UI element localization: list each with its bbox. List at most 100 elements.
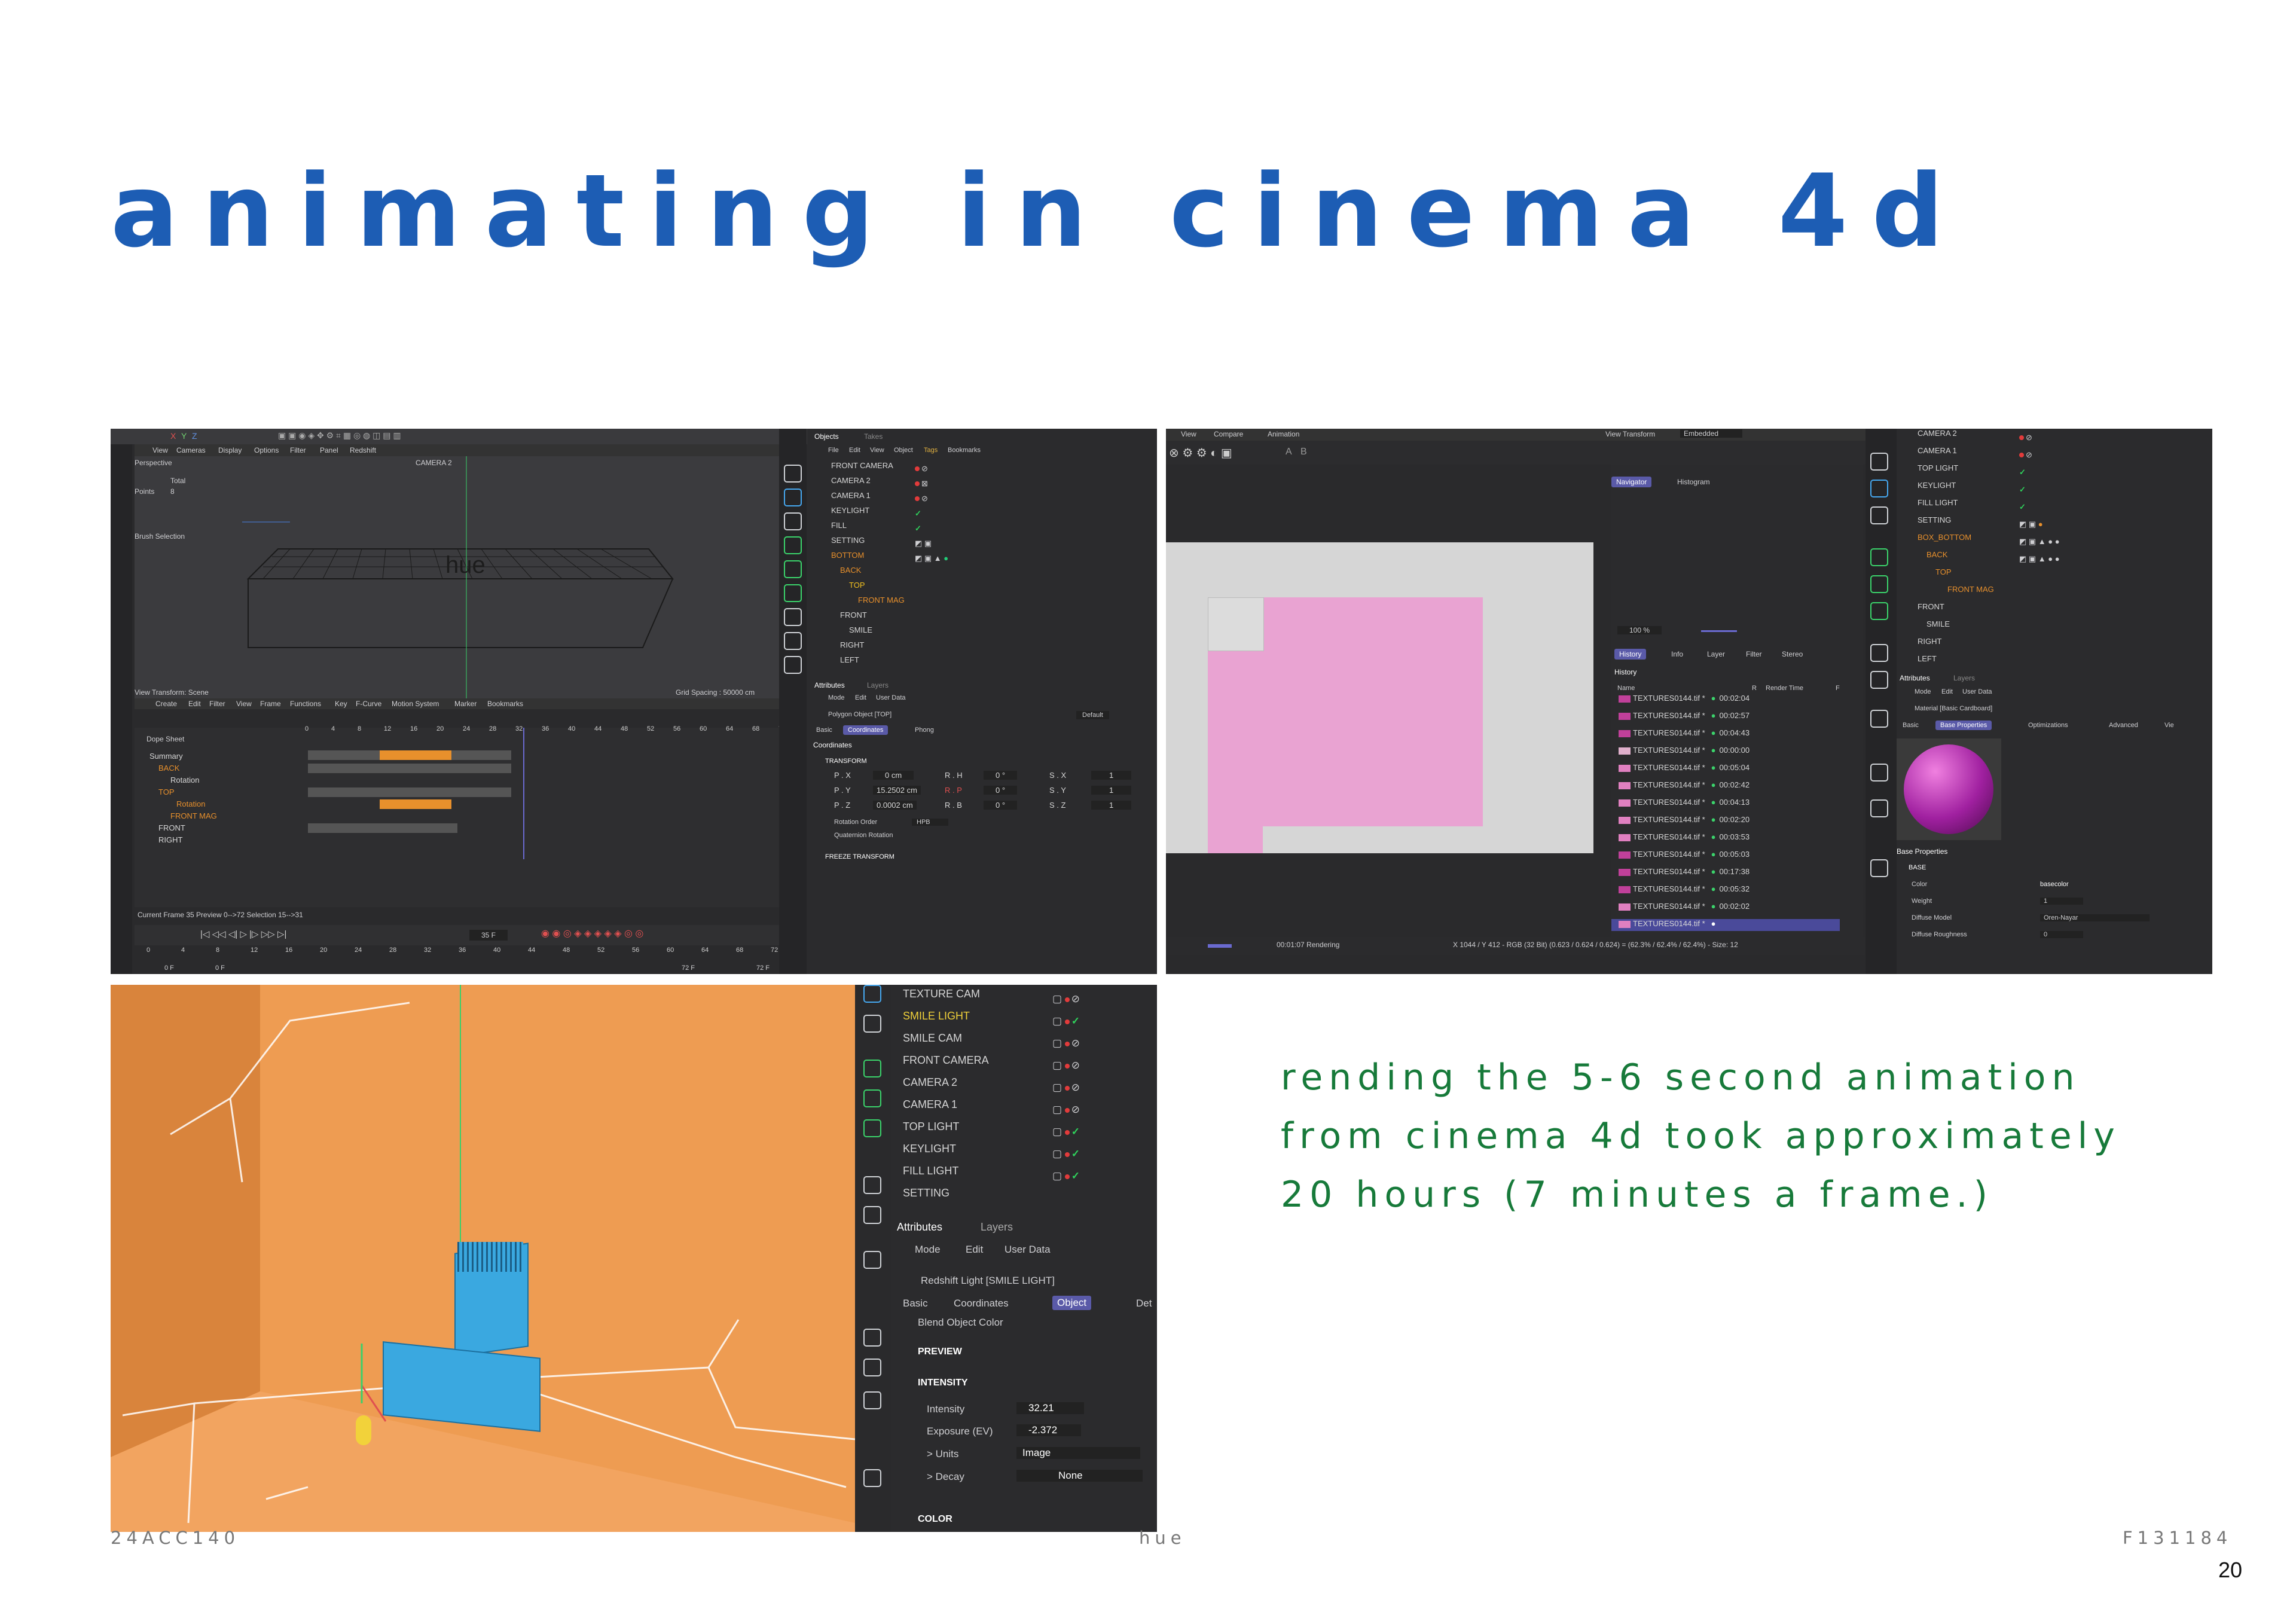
history-row[interactable]: TEXTURES0144.tif * ● 00:04:13 [1619, 798, 1750, 810]
cube-blue-icon[interactable] [784, 489, 802, 506]
tab-stereo[interactable]: Stereo [1782, 650, 1803, 658]
generator-icon[interactable] [1870, 548, 1888, 566]
menu-filter[interactable]: Filter [290, 446, 306, 454]
cloner-icon[interactable] [784, 560, 802, 578]
object-back[interactable]: BACK [1926, 550, 1947, 562]
light-icon[interactable] [863, 1391, 881, 1409]
object-setting[interactable]: SETTING [903, 1187, 949, 1202]
om-menu-tags[interactable]: Tags [924, 447, 938, 454]
frame-field[interactable]: 35 F [469, 930, 508, 941]
track-back[interactable]: BACK [158, 764, 179, 776]
attr-menu-edit[interactable]: Edit [855, 694, 866, 701]
prop-exposure-value[interactable]: -2.372 [1016, 1424, 1082, 1436]
object-front-mag[interactable]: FRONT MAG [858, 596, 905, 608]
object-keylight[interactable]: KEYLIGHT [831, 506, 869, 518]
object-keylight[interactable]: KEYLIGHT [903, 1143, 956, 1158]
preview-section[interactable]: PREVIEW [918, 1347, 962, 1357]
key-bar-3[interactable] [308, 764, 511, 773]
object-fill[interactable]: FILL [831, 521, 847, 533]
object-bottom[interactable]: BOTTOM [831, 551, 864, 563]
tab-objects[interactable]: Objects [814, 432, 839, 441]
cube-icon[interactable] [784, 465, 802, 483]
zoom-slider[interactable] [1701, 630, 1737, 632]
tab-layers[interactable]: Layers [867, 681, 889, 689]
pv-menu-view[interactable]: View [1181, 430, 1196, 438]
timeline-menu-marker[interactable]: Marker [454, 700, 477, 708]
tab-history[interactable]: History [1614, 649, 1647, 660]
end-field[interactable]: 72 F [682, 964, 695, 972]
light-icon[interactable] [784, 656, 802, 674]
object-front[interactable]: FRONT [1918, 602, 1944, 614]
pv-toolbar-a[interactable]: A [1286, 447, 1292, 457]
edit-icon[interactable] [1870, 859, 1888, 877]
object-camera-2[interactable]: CAMERA 2 [903, 1076, 957, 1092]
subtab-phong[interactable]: Phong [915, 726, 934, 734]
attr-menu-edit[interactable]: Edit [1941, 688, 1953, 695]
prop-diffuse-roughness-value[interactable]: 0 [2040, 931, 2084, 938]
track-front-mag[interactable]: FRONT MAG [170, 811, 217, 823]
object-camera-1[interactable]: CAMERA 1 [831, 491, 871, 503]
axis-z-label[interactable]: Z [192, 431, 197, 441]
sphere-icon[interactable] [863, 1329, 881, 1347]
attr-menu-mode[interactable]: Mode [1915, 688, 1931, 695]
subtab-basic[interactable]: Basic [816, 726, 832, 734]
coord-rb-value[interactable]: 0 ° [984, 801, 1018, 810]
menu-view[interactable]: View [152, 446, 168, 454]
history-row[interactable]: TEXTURES0144.tif * ● 00:05:32 [1619, 884, 1750, 896]
menu-cameras[interactable]: Cameras [176, 446, 206, 454]
object-top[interactable]: TOP [849, 581, 865, 593]
key-bar-4[interactable] [308, 787, 511, 797]
cube-blue-icon[interactable] [863, 985, 881, 1003]
object-setting[interactable]: SETTING [831, 536, 865, 548]
coord-pz-value[interactable]: 0.0002 cm [873, 801, 917, 810]
menu-options[interactable]: Options [254, 446, 279, 454]
tab-attributes[interactable]: Attributes [897, 1221, 942, 1234]
pv-menu-animation[interactable]: Animation [1268, 430, 1299, 438]
symmetry-icon[interactable] [863, 1251, 881, 1269]
history-row-active[interactable]: TEXTURES0144.tif * ● [1611, 919, 1840, 931]
rotation-order-select[interactable]: HPB [912, 819, 948, 826]
subtab-basic[interactable]: Basic [903, 1298, 928, 1309]
viewport[interactable]: Perspective CAMERA 2 Total Points 8 Brus… [135, 456, 798, 698]
object-camera-1[interactable]: CAMERA 1 [1918, 446, 1957, 458]
symmetry-icon[interactable] [1870, 710, 1888, 728]
prop-color-value[interactable]: basecolor [2040, 881, 2069, 888]
om-menu-object[interactable]: Object [894, 447, 913, 454]
timeline-menu-create[interactable]: Create [155, 700, 177, 708]
gear-icon[interactable] [863, 1119, 881, 1137]
edit-icon[interactable] [863, 1469, 881, 1487]
gear-icon[interactable] [784, 584, 802, 602]
track-right[interactable]: RIGHT [158, 835, 182, 847]
object-fill-light[interactable]: FILL LIGHT [903, 1165, 958, 1180]
prop-intensity-value[interactable]: 32.21 [1016, 1402, 1084, 1414]
object-camera-2[interactable]: CAMERA 2 [831, 476, 871, 488]
timeline-menu-functions[interactable]: Functions [290, 700, 321, 708]
orange-viewport[interactable] [111, 985, 855, 1532]
attr-menu-userdata[interactable]: User Data [876, 694, 906, 701]
color-section[interactable]: COLOR [918, 1514, 952, 1525]
timeline-menu-filter[interactable]: Filter [209, 700, 225, 708]
track-front[interactable]: FRONT [158, 823, 185, 835]
generator-icon[interactable] [863, 1060, 881, 1077]
prop-weight-value[interactable]: 1 [2040, 898, 2084, 905]
history-row[interactable]: TEXTURES0144.tif * ● 00:03:53 [1619, 832, 1750, 844]
history-row[interactable]: TEXTURES0144.tif * ● 00:00:00 [1619, 746, 1750, 758]
timeline-menu-frame[interactable]: Frame [260, 700, 281, 708]
mat-tab-base-properties[interactable]: Base Properties [1935, 721, 1992, 730]
axis-y-label[interactable]: Y [181, 431, 187, 441]
history-row[interactable]: TEXTURES0144.tif * ● 00:17:38 [1619, 867, 1750, 879]
timeline-menu-motion[interactable]: Motion System [392, 700, 439, 708]
object-keylight[interactable]: KEYLIGHT [1918, 481, 1956, 493]
attr-menu-mode[interactable]: Mode [828, 694, 845, 701]
track-summary[interactable]: Summary [149, 752, 183, 764]
end-field-2[interactable]: 72 F [756, 964, 770, 972]
menu-panel[interactable]: Panel [320, 446, 338, 454]
mat-tab-basic[interactable]: Basic [1903, 722, 1919, 729]
object-right[interactable]: RIGHT [1918, 637, 1941, 649]
object-top-light[interactable]: TOP LIGHT [1918, 463, 1958, 475]
attr-menu-edit[interactable]: Edit [966, 1244, 983, 1256]
spline-icon[interactable] [863, 1206, 881, 1224]
deformer-icon[interactable] [1870, 644, 1888, 662]
tab-filter[interactable]: Filter [1746, 650, 1762, 658]
tool-icons[interactable]: ▣ ▣ ◉ ◈ ✥ ⚙ ⌗ ▦ ◎ ◍ ◫ ▤ ▥ [278, 431, 401, 441]
